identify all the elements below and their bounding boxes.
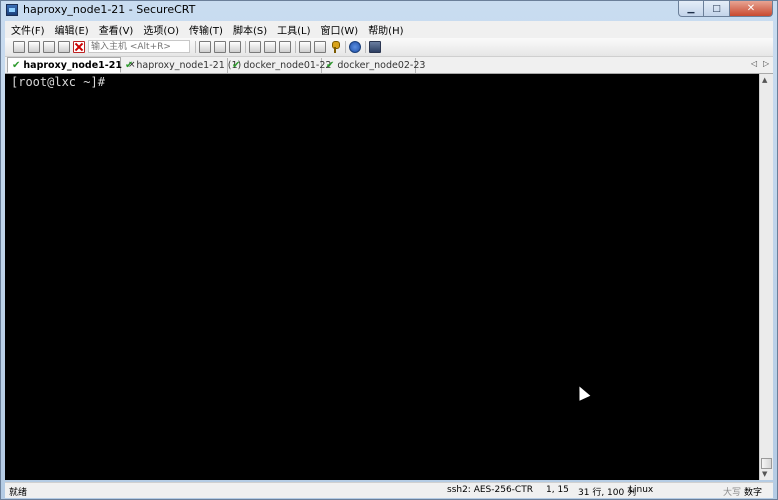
- status-protocol: ssh2: AES-256-CTR: [447, 485, 533, 495]
- menu-window[interactable]: 窗口(W): [314, 22, 362, 37]
- tab-label: haproxy_node1-21 (1): [136, 60, 242, 71]
- disconnect-icon[interactable]: [73, 41, 85, 53]
- status-terminal-size: 31 行, 100 列: [578, 488, 637, 498]
- connect-in-tab-icon[interactable]: [43, 41, 55, 53]
- connected-check-icon: ✔: [12, 59, 21, 71]
- status-cursor-position: 1, 15: [546, 485, 569, 495]
- close-button[interactable]: ✕: [730, 1, 773, 17]
- tab-haproxy-node1-21-1[interactable]: ✔ haproxy_node1-21 (1): [121, 58, 241, 73]
- connected-check-icon: ✔: [232, 60, 241, 71]
- status-bar: 就绪 ssh2: AES-256-CTR 1, 15 31 行, 100 列 L…: [5, 482, 773, 498]
- mouse-cursor-icon: [574, 383, 591, 401]
- tab-scroll-left-icon[interactable]: ◁: [751, 59, 757, 68]
- keymap-icon[interactable]: [329, 41, 341, 53]
- copy-icon[interactable]: [199, 41, 211, 53]
- tab-scroll-right-icon[interactable]: ▷: [763, 59, 769, 68]
- print-setup-icon[interactable]: [279, 41, 291, 53]
- reconnect-icon[interactable]: [58, 41, 70, 53]
- connected-check-icon: ✔: [326, 60, 335, 71]
- securecrt-app-icon: [6, 4, 18, 16]
- tab-label: docker_node02-23: [337, 60, 426, 71]
- scroll-up-icon[interactable]: ▲: [762, 76, 767, 84]
- menu-script[interactable]: 脚本(S): [227, 22, 271, 37]
- menu-help[interactable]: 帮助(H): [362, 22, 407, 37]
- find-icon[interactable]: [229, 41, 241, 53]
- print-icon[interactable]: [249, 41, 261, 53]
- sftp-icon[interactable]: [369, 41, 381, 53]
- securecrt-window: haproxy_node1-21 - SecureCRT ▁ □ ✕ 文件(F)…: [0, 0, 778, 500]
- tab-bar: ✔ haproxy_node1-21 × ✔ haproxy_node1-21 …: [5, 57, 773, 74]
- toolbar-separator: [365, 41, 366, 53]
- quick-connect-input[interactable]: [88, 40, 190, 53]
- print-preview-icon[interactable]: [264, 41, 276, 53]
- connected-check-icon: ✔: [125, 60, 134, 71]
- window-title: haproxy_node1-21 - SecureCRT: [23, 3, 196, 16]
- status-caps-lock: 大写: [723, 488, 742, 498]
- terminal-prompt: [root@lxc ~]#: [11, 75, 105, 89]
- connect-icon[interactable]: [13, 41, 25, 53]
- session-options-icon[interactable]: [299, 41, 311, 53]
- status-num-lock: 数字: [744, 488, 763, 498]
- tab-docker-node01-22[interactable]: ✔ docker_node01-22: [228, 58, 331, 73]
- scroll-down-icon[interactable]: ▼: [762, 470, 767, 478]
- maximize-button[interactable]: □: [704, 1, 730, 17]
- tab-label: docker_node01-22: [243, 60, 332, 71]
- toolbar: [5, 38, 773, 57]
- menu-edit[interactable]: 编辑(E): [49, 22, 93, 37]
- terminal-scrollbar[interactable]: ▲ ▼: [759, 74, 773, 480]
- global-options-icon[interactable]: [314, 41, 326, 53]
- tab-haproxy-node1-21[interactable]: ✔ haproxy_node1-21 ×: [7, 57, 136, 73]
- menu-options[interactable]: 选项(O): [137, 22, 183, 37]
- menu-transfer[interactable]: 传输(T): [183, 22, 227, 37]
- help-icon[interactable]: [349, 41, 361, 53]
- quick-connect-icon[interactable]: [28, 41, 40, 53]
- status-ready: 就绪: [9, 488, 28, 498]
- toolbar-separator: [345, 41, 346, 53]
- window-controls: ▁ □ ✕: [678, 1, 773, 18]
- tab-label: haproxy_node1-21: [23, 59, 122, 71]
- status-os: Linux: [629, 485, 654, 495]
- minimize-button[interactable]: ▁: [678, 1, 704, 17]
- menu-tools[interactable]: 工具(L): [271, 22, 314, 37]
- title-bar[interactable]: haproxy_node1-21 - SecureCRT ▁ □ ✕: [1, 1, 777, 19]
- toolbar-separator: [245, 41, 246, 53]
- menu-file[interactable]: 文件(F): [5, 22, 49, 37]
- paste-icon[interactable]: [214, 41, 226, 53]
- tab-docker-node02-23[interactable]: ✔ docker_node02-23: [322, 58, 425, 73]
- scroll-thumb[interactable]: [761, 458, 772, 469]
- menu-bar: 文件(F) 编辑(E) 查看(V) 选项(O) 传输(T) 脚本(S) 工具(L…: [5, 21, 773, 38]
- toolbar-separator: [195, 41, 196, 53]
- terminal-area[interactable]: [root@lxc ~]#: [5, 74, 759, 480]
- toolbar-separator: [295, 41, 296, 53]
- menu-view[interactable]: 查看(V): [93, 22, 138, 37]
